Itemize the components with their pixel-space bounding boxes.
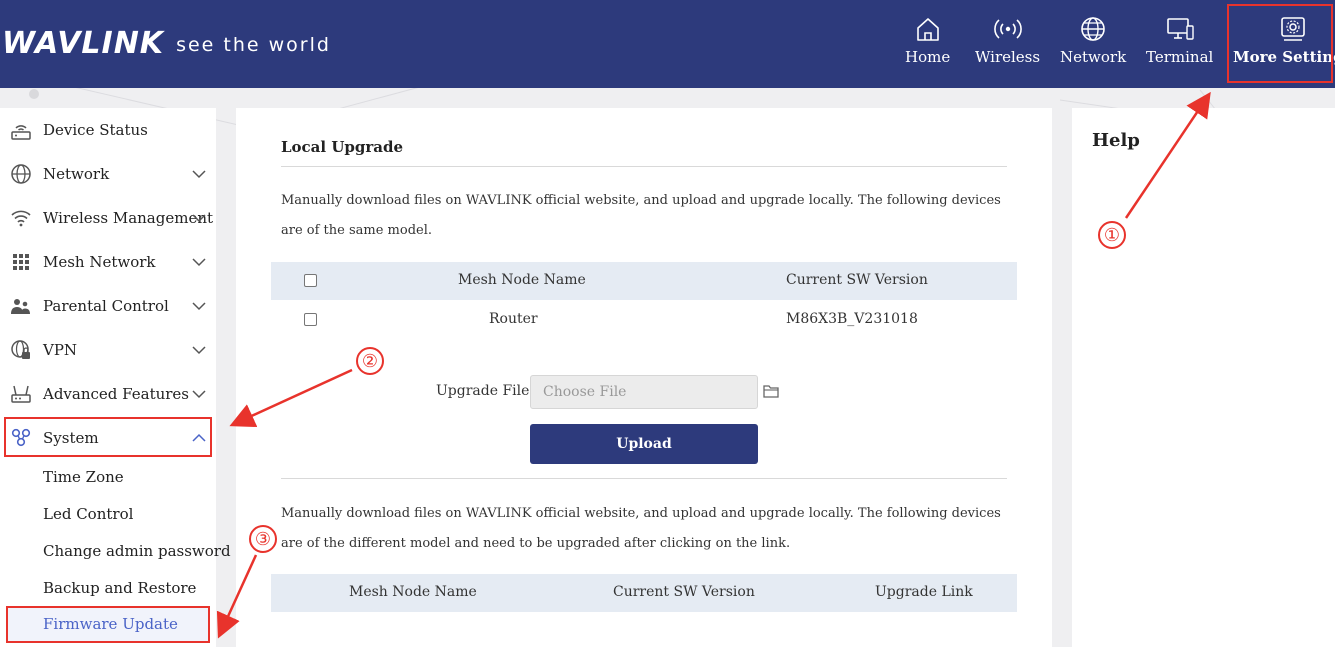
home-icon [916,18,939,41]
nav-wireless-label: Wireless [975,48,1041,66]
brand-logo[interactable]: WAVLINK see the world [2,26,331,60]
column-header-current-sw-version: Current SW Version [613,584,755,600]
sw-version-cell: M86X3B_V231018 [786,311,918,327]
chevron-down-icon [192,390,206,399]
same-model-table-header: Mesh Node Name Current SW Version [271,262,1017,300]
sidebar-item-advanced-features[interactable]: Advanced Features [0,372,216,416]
mesh-grid-icon [13,254,29,270]
sidebar-item-device-status[interactable]: Device Status [0,108,216,152]
same-model-description: Manually download files on WAVLINK offic… [281,193,1001,238]
nav-home[interactable]: Home [905,14,950,74]
help-panel: Help [1072,108,1335,647]
router-icon [11,385,31,403]
upgrade-file-label: Upgrade File [436,383,530,399]
wifi-icon [11,210,31,227]
sidebar-item-vpn[interactable]: VPN [0,328,216,372]
chevron-down-icon [192,214,206,223]
sidebar-subitem-change-admin-password[interactable]: Change admin password [43,542,231,560]
section-title: Local Upgrade [281,138,404,156]
sidebar-item-label: Device Status [43,121,148,139]
nav-home-label: Home [905,48,951,66]
annotation-box-more-settings [1227,4,1333,83]
vpn-icon [11,340,30,359]
chevron-down-icon [192,346,206,355]
upload-button[interactable]: Upload [530,424,758,464]
sidebar-item-label: Advanced Features [43,385,190,403]
select-all-checkbox[interactable] [304,274,317,287]
chevron-down-icon [192,170,206,179]
folder-icon[interactable] [763,384,779,398]
choose-file-input[interactable]: Choose File [530,375,758,409]
row-checkbox[interactable] [304,313,317,326]
annotation-step-2: ② [356,347,384,375]
chevron-down-icon [192,302,206,311]
sidebar-item-label: VPN [43,341,78,359]
sidebar-subitem-backup-restore[interactable]: Backup and Restore [43,579,196,597]
top-header: WAVLINK see the world Home Wireless Netw… [0,0,1335,88]
parental-icon [11,299,30,314]
sidebar-item-wireless-management[interactable]: Wireless Management [0,196,216,240]
sidebar-subitem-led-control[interactable]: Led Control [43,505,133,523]
terminal-icon [1166,18,1194,40]
different-model-description: Manually download files on WAVLINK offic… [281,506,1001,551]
divider [281,478,1007,479]
chevron-down-icon [192,258,206,267]
node-name-cell: Router [489,311,538,327]
annotation-step-1: ① [1098,221,1126,249]
column-header-current-sw-version: Current SW Version [786,272,928,288]
sidebar-item-label: Mesh Network [43,253,156,271]
sidebar-item-parental-control[interactable]: Parental Control [0,284,216,328]
device-status-icon [11,125,31,140]
column-header-mesh-node-name: Mesh Node Name [349,584,477,600]
globe-icon [11,164,31,184]
globe-icon [1081,17,1105,41]
different-model-table-header: Mesh Node Name Current SW Version Upgrad… [271,574,1017,612]
column-header-upgrade-link: Upgrade Link [875,584,973,600]
main-content: Local Upgrade Manually download files on… [236,108,1052,647]
wireless-icon [993,19,1022,39]
nav-terminal-label: Terminal [1146,48,1214,66]
brand-name: WAVLINK [2,26,165,61]
nav-network[interactable]: Network [1060,14,1126,74]
sidebar-subitem-time-zone[interactable]: Time Zone [43,468,124,486]
sidebar-item-label: Network [43,165,110,183]
annotation-step-3: ③ [249,525,277,553]
annotation-box-firmware-update [6,606,210,643]
nav-wireless[interactable]: Wireless [975,14,1040,74]
nav-network-label: Network [1060,48,1127,66]
sidebar-item-label: Wireless Management [43,209,214,227]
help-title: Help [1092,130,1140,151]
sidebar-item-label: Parental Control [43,297,169,315]
brand-tagline: see the world [176,34,331,56]
sidebar-item-network[interactable]: Network [0,152,216,196]
sidebar-item-mesh-network[interactable]: Mesh Network [0,240,216,284]
annotation-box-system [4,417,212,457]
nav-terminal[interactable]: Terminal [1146,14,1213,74]
column-header-mesh-node-name: Mesh Node Name [458,272,586,288]
divider [281,166,1007,167]
